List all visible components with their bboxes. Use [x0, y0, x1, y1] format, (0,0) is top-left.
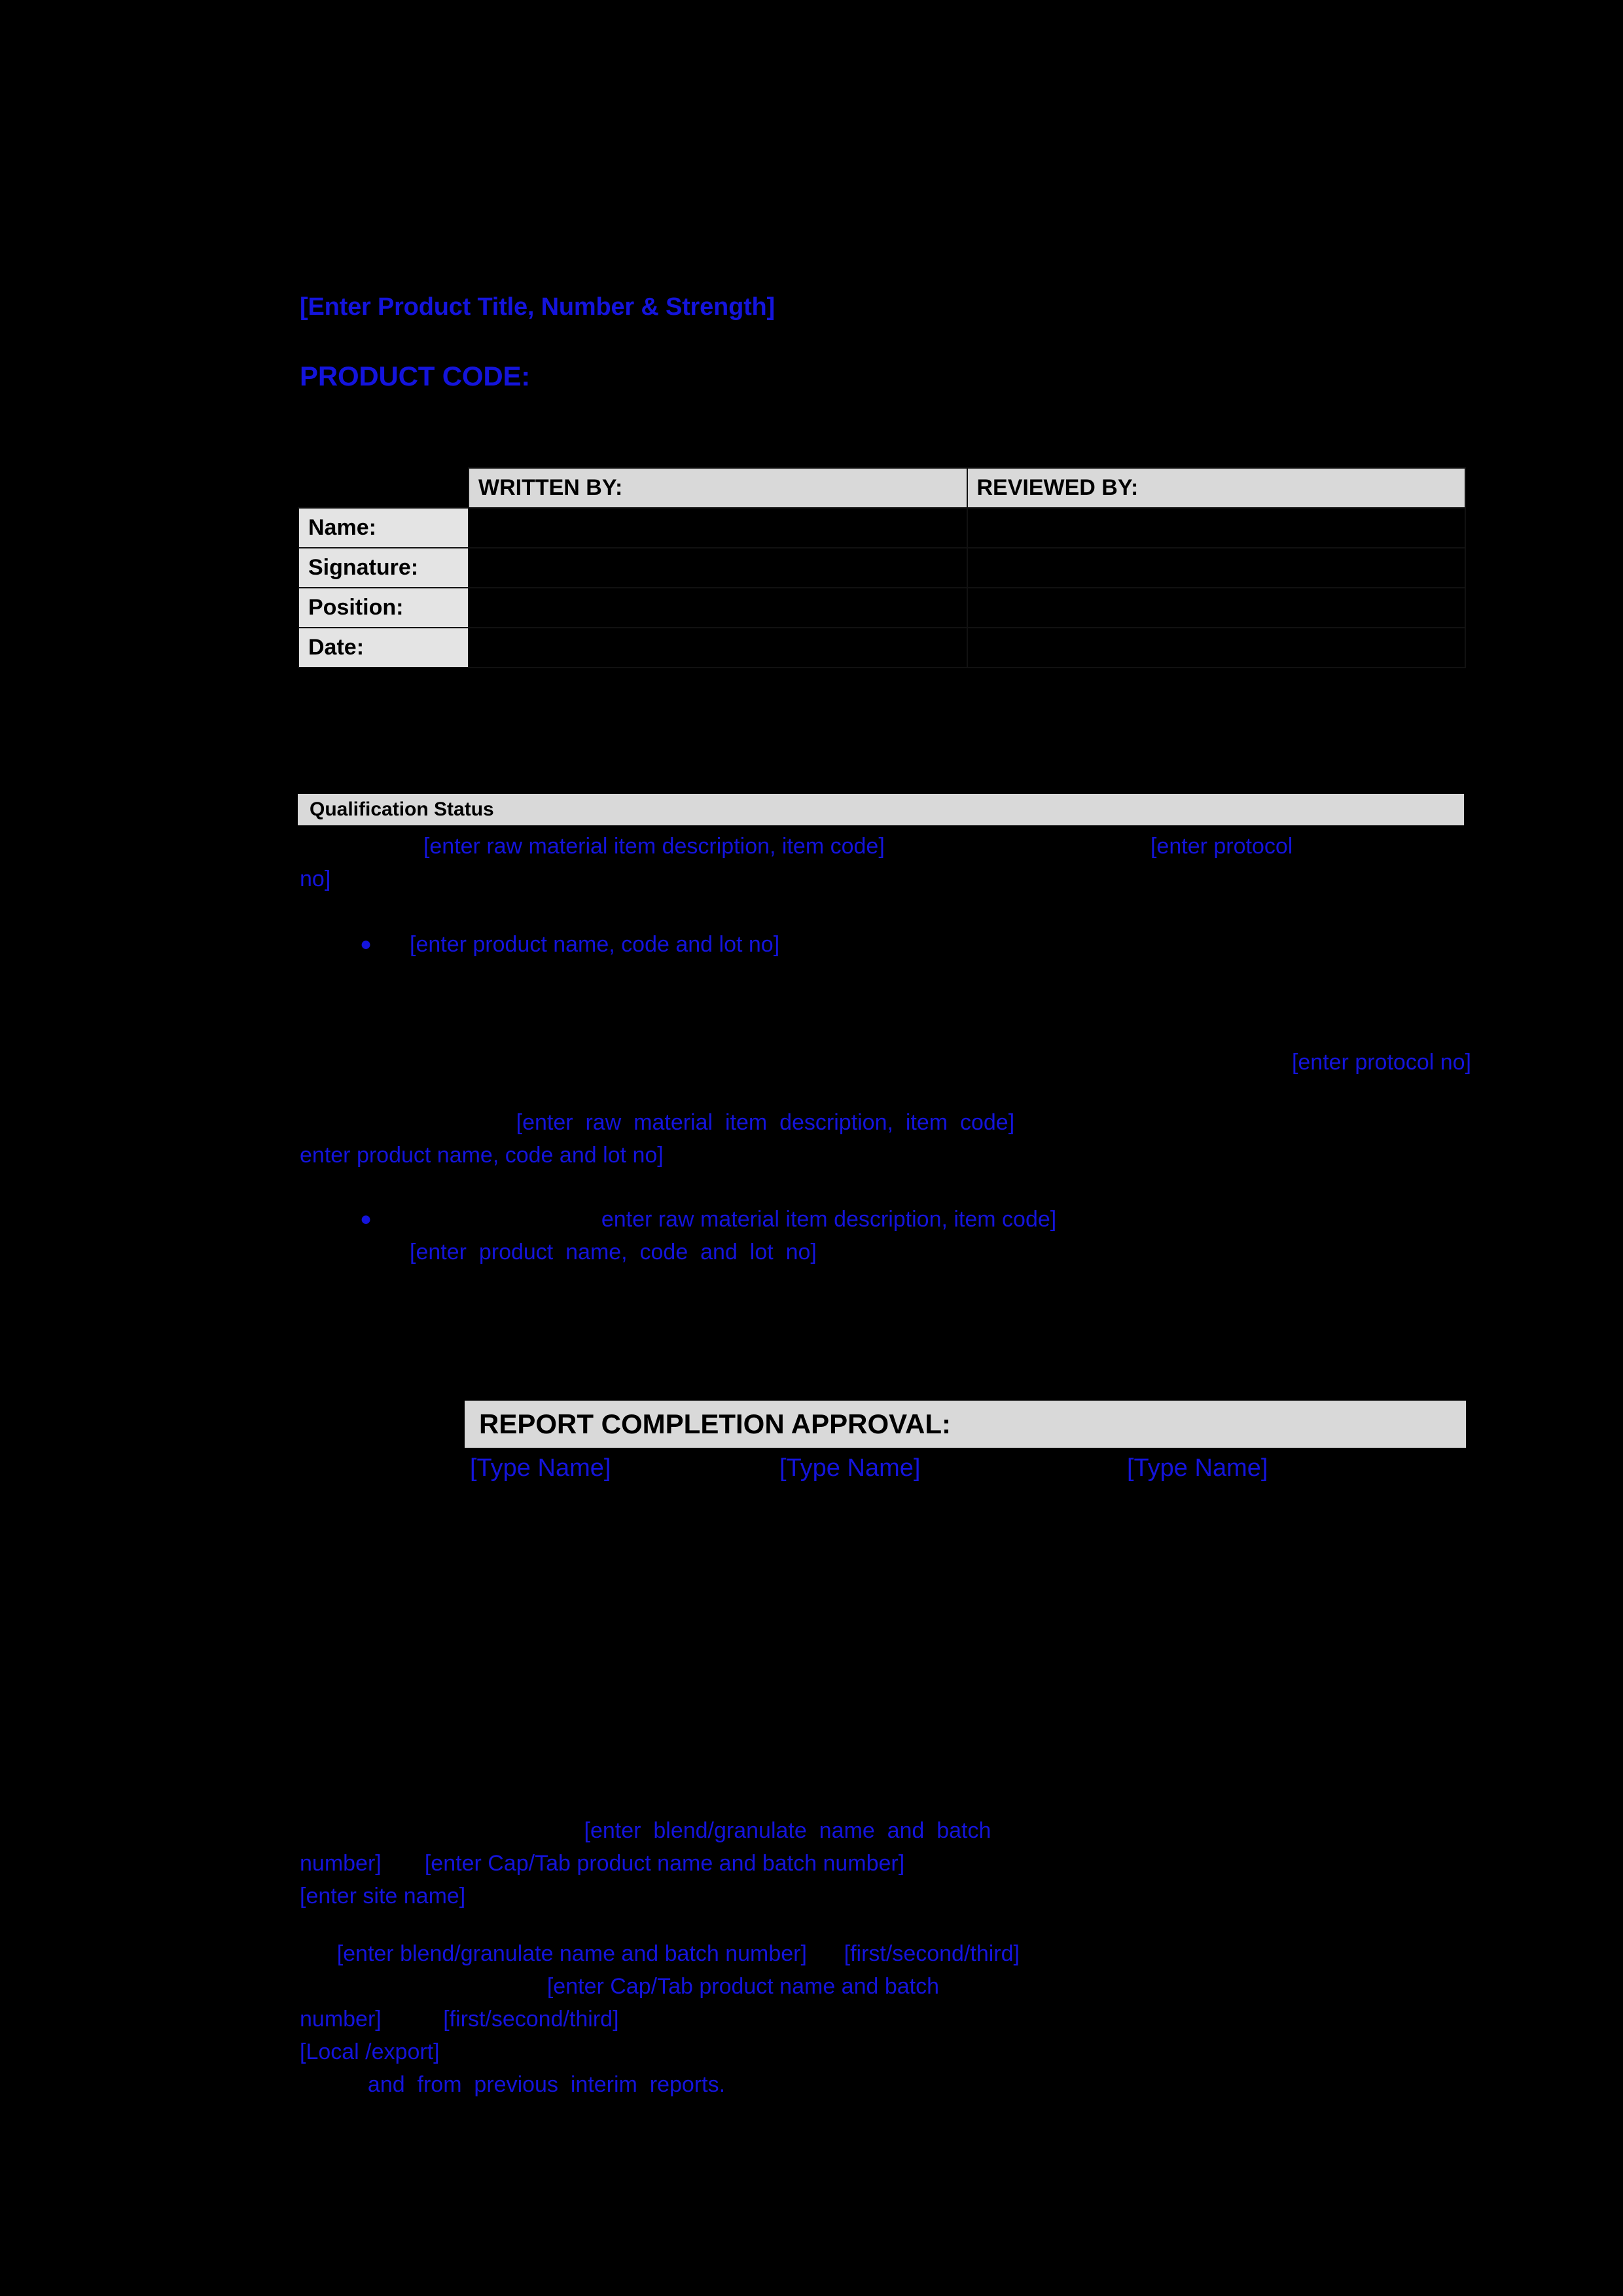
table-row: Signature: — [298, 547, 1466, 588]
placeholder-captab-product-batch-2[interactable]: [enter Cap/Tab product name and batch — [547, 1974, 939, 1999]
placeholder-blend-granulate-batch-cont[interactable]: number] — [300, 1851, 382, 1876]
bullet-2-content: enter raw material item description, ite… — [410, 1203, 1471, 1268]
hidden-gap-text — [382, 1851, 425, 1876]
qualification-status-label: Qualification Status — [310, 798, 494, 820]
bullet-icon: ● — [360, 933, 372, 955]
bullet-icon: ● — [360, 1208, 372, 1230]
field-position-reviewed-by[interactable] — [966, 587, 1466, 628]
placeholder-first-second-third-1[interactable]: [first/second/third] — [844, 1941, 1020, 1966]
placeholder-raw-material-item-2[interactable]: [enter raw material item description, it… — [516, 1110, 1015, 1135]
row-label-position: Position: — [298, 587, 469, 628]
hidden-lead-text — [300, 1110, 516, 1135]
row-label-signature: Signature: — [298, 547, 469, 588]
placeholder-site-name[interactable]: [enter site name] — [300, 1884, 465, 1909]
column-header-reviewed-by: REVIEWED BY: — [966, 467, 1466, 509]
closing-paragraph-1: [enter blend/granulate name and batch num… — [300, 1814, 1471, 1912]
field-date-written-by[interactable] — [468, 627, 968, 668]
approval-name-field-1[interactable]: [Type Name] — [470, 1454, 611, 1482]
placeholder-captab-product-batch[interactable]: [enter Cap/Tab product name and batch nu… — [425, 1851, 904, 1876]
qualification-protocol-line: [enter protocol no] — [300, 1013, 1471, 1111]
placeholder-blend-granulate-batch[interactable]: [enter blend/granulate name and batch — [584, 1818, 991, 1843]
hidden-lead-text — [300, 834, 423, 859]
placeholder-product-name-code-lot-3[interactable]: [enter product name, code and lot no] — [410, 1240, 817, 1265]
section-heading-report-completion-approval: REPORT COMPLETION APPROVAL: — [465, 1401, 1466, 1448]
approval-name-field-3[interactable]: [Type Name] — [1127, 1454, 1268, 1482]
qualification-paragraph-1: [enter raw material item description, it… — [300, 830, 1471, 895]
placeholder-product-name-code-lot[interactable]: [enter product name, code and lot no] — [410, 928, 779, 961]
report-completion-approval-label: REPORT COMPLETION APPROVAL: — [479, 1408, 952, 1439]
placeholder-first-second-third-2[interactable]: [first/second/third] — [443, 2007, 618, 2032]
placeholder-protocol-no-part1[interactable]: [enter protocol — [1150, 834, 1293, 859]
closing-paragraph-2: [enter blend/granulate name and batch nu… — [300, 1937, 1471, 2101]
table-header-row: WRITTEN BY: REVIEWED BY: — [298, 467, 1466, 509]
column-header-written-by: WRITTEN BY: — [468, 467, 968, 509]
table-corner-cell — [298, 468, 469, 508]
hidden-gap-text — [382, 2007, 443, 2032]
table-row: Name: — [298, 507, 1466, 548]
field-name-written-by[interactable] — [468, 507, 968, 548]
product-code-label: PRODUCT CODE: — [300, 361, 531, 391]
approval-name-row: [Type Name] [Type Name] [Type Name] — [465, 1454, 1466, 1494]
hidden-lead-text — [300, 1818, 584, 1843]
section-heading-qualification-status: Qualification Status — [298, 794, 1464, 825]
placeholder-protocol-no[interactable]: [enter protocol no] — [1292, 1050, 1471, 1075]
hidden-lead-text — [300, 1941, 337, 1966]
signature-approval-table: WRITTEN BY: REVIEWED BY: Name: Signature… — [298, 467, 1466, 668]
placeholder-local-export[interactable]: [Local /export] — [300, 2039, 440, 2064]
hidden-lead-text — [300, 2072, 368, 2097]
field-signature-written-by[interactable] — [468, 547, 968, 588]
placeholder-product-name-code-lot-2[interactable]: enter product name, code and lot no] — [300, 1143, 664, 1168]
hidden-lead-text — [410, 1207, 601, 1232]
placeholder-raw-material-item[interactable]: [enter raw material item description, it… — [423, 834, 885, 859]
placeholder-raw-material-item-3[interactable]: enter raw material item description, ite… — [601, 1207, 1056, 1232]
approval-name-field-2[interactable]: [Type Name] — [779, 1454, 920, 1482]
placeholder-protocol-no-part2[interactable]: no] — [300, 867, 330, 891]
page-title: [Enter Product Title, Number & Strength] — [300, 293, 776, 321]
placeholder-blend-granulate-batch-2[interactable]: [enter blend/granulate name and batch nu… — [337, 1941, 807, 1966]
row-label-date: Date: — [298, 627, 469, 668]
field-signature-reviewed-by[interactable] — [966, 547, 1466, 588]
field-position-written-by[interactable] — [468, 587, 968, 628]
table-row: Date: — [298, 627, 1466, 668]
placeholder-captab-product-batch-2-cont[interactable]: number] — [300, 2007, 382, 2032]
hidden-lead-text — [300, 1974, 547, 1999]
hidden-gap-text — [885, 834, 1150, 859]
document-page: [Enter Product Title, Number & Strength]… — [0, 0, 1623, 2296]
closing-interim-reports-text: and from previous interim reports. — [367, 2072, 726, 2097]
table-row: Position: — [298, 587, 1466, 628]
field-name-reviewed-by[interactable] — [966, 507, 1466, 548]
row-label-name: Name: — [298, 507, 469, 548]
qualification-paragraph-2: [enter raw material item description, it… — [300, 1106, 1471, 1172]
hidden-gap-text — [807, 1941, 844, 1966]
field-date-reviewed-by[interactable] — [966, 627, 1466, 668]
